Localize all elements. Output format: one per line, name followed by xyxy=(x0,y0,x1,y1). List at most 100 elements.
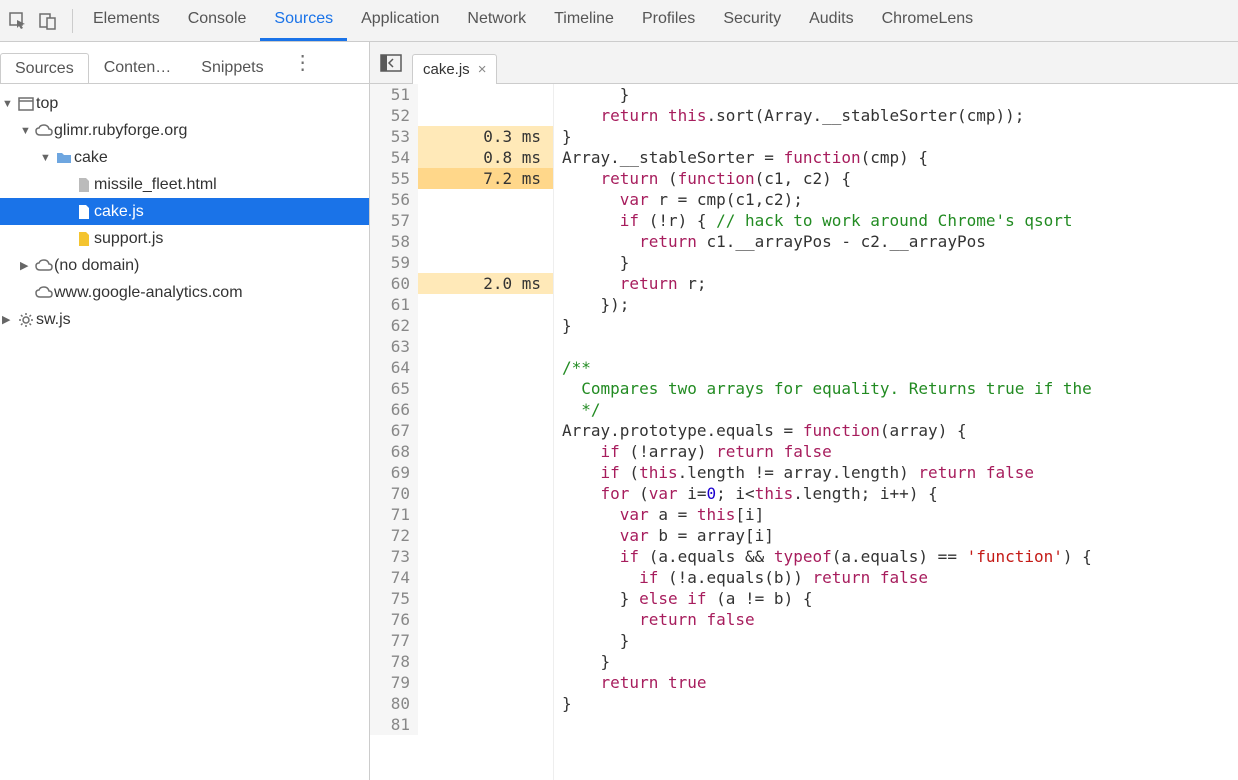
code-line[interactable]: return c1.__arrayPos - c2.__arrayPos xyxy=(562,231,1238,252)
code-line[interactable]: } xyxy=(562,693,1238,714)
code-line[interactable]: var b = array[i] xyxy=(562,525,1238,546)
tree-item[interactable]: ▼ cake xyxy=(0,144,369,171)
top-tab-audits[interactable]: Audits xyxy=(795,0,867,41)
line-timing xyxy=(418,357,553,378)
line-number[interactable]: 79 xyxy=(370,672,418,693)
code-line[interactable]: } xyxy=(562,630,1238,651)
expand-arrow-icon[interactable]: ▼ xyxy=(2,98,14,110)
tree-item[interactable]: missile_fleet.html xyxy=(0,171,369,198)
line-timing xyxy=(418,630,553,651)
line-number[interactable]: 55 xyxy=(370,168,418,189)
code-line[interactable]: } xyxy=(562,84,1238,105)
toggle-navigator-icon[interactable] xyxy=(370,42,412,83)
close-icon[interactable]: × xyxy=(478,61,487,78)
line-timing xyxy=(418,252,553,273)
code-line[interactable]: /** xyxy=(562,357,1238,378)
line-number[interactable]: 63 xyxy=(370,336,418,357)
code-line[interactable]: */ xyxy=(562,399,1238,420)
top-tab-profiles[interactable]: Profiles xyxy=(628,0,709,41)
code-line[interactable]: } xyxy=(562,315,1238,336)
line-number[interactable]: 57 xyxy=(370,210,418,231)
code-line[interactable]: } xyxy=(562,651,1238,672)
nav-tab-conten[interactable]: Conten… xyxy=(89,52,187,82)
code-line[interactable]: } else if (a != b) { xyxy=(562,588,1238,609)
tree-item[interactable]: ▶ (no domain) xyxy=(0,252,369,279)
line-number[interactable]: 74 xyxy=(370,567,418,588)
code-area[interactable]: } return this.sort(Array.__stableSorter(… xyxy=(554,84,1238,780)
line-number[interactable]: 77 xyxy=(370,630,418,651)
code-line[interactable]: var r = cmp(c1,c2); xyxy=(562,189,1238,210)
top-tab-sources[interactable]: Sources xyxy=(260,0,347,41)
tree-item[interactable]: ▶ sw.js xyxy=(0,306,369,333)
expand-arrow-icon[interactable]: ▼ xyxy=(40,152,52,164)
line-number[interactable]: 67 xyxy=(370,420,418,441)
top-tab-network[interactable]: Network xyxy=(453,0,540,41)
line-number[interactable]: 80 xyxy=(370,693,418,714)
inspect-icon[interactable] xyxy=(8,11,28,31)
code-line[interactable]: if (this.length != array.length) return … xyxy=(562,462,1238,483)
line-number[interactable]: 70 xyxy=(370,483,418,504)
tree-item[interactable]: support.js xyxy=(0,225,369,252)
line-number[interactable]: 72 xyxy=(370,525,418,546)
code-line[interactable]: } xyxy=(562,126,1238,147)
code-line[interactable] xyxy=(562,336,1238,357)
code-line[interactable]: for (var i=0; i<this.length; i++) { xyxy=(562,483,1238,504)
code-line[interactable]: if (a.equals && typeof(a.equals) == 'fun… xyxy=(562,546,1238,567)
line-number[interactable]: 59 xyxy=(370,252,418,273)
line-number[interactable]: 81 xyxy=(370,714,418,735)
line-number[interactable]: 66 xyxy=(370,399,418,420)
tree-item[interactable]: www.google-analytics.com xyxy=(0,279,369,306)
code-line[interactable]: }); xyxy=(562,294,1238,315)
tree-item[interactable]: cake.js xyxy=(0,198,369,225)
expand-arrow-icon[interactable]: ▶ xyxy=(2,313,14,326)
nav-tab-sources[interactable]: Sources xyxy=(0,53,89,83)
code-line[interactable]: return false xyxy=(562,609,1238,630)
file-tab-cakejs[interactable]: cake.js × xyxy=(412,54,497,84)
tree-item[interactable]: ▼ glimr.rubyforge.org xyxy=(0,117,369,144)
line-number[interactable]: 64 xyxy=(370,357,418,378)
code-line[interactable]: return (function(c1, c2) { xyxy=(562,168,1238,189)
line-number[interactable]: 56 xyxy=(370,189,418,210)
line-number[interactable]: 76 xyxy=(370,609,418,630)
code-line[interactable]: return r; xyxy=(562,273,1238,294)
line-number[interactable]: 62 xyxy=(370,315,418,336)
code-line[interactable]: if (!r) { // hack to work around Chrome'… xyxy=(562,210,1238,231)
line-number[interactable]: 65 xyxy=(370,378,418,399)
line-number[interactable]: 60 xyxy=(370,273,418,294)
line-number[interactable]: 73 xyxy=(370,546,418,567)
code-line[interactable]: if (!array) return false xyxy=(562,441,1238,462)
code-line[interactable] xyxy=(562,714,1238,735)
device-icon[interactable] xyxy=(38,11,58,31)
code-line[interactable]: return true xyxy=(562,672,1238,693)
line-number[interactable]: 52 xyxy=(370,105,418,126)
code-line[interactable]: return this.sort(Array.__stableSorter(cm… xyxy=(562,105,1238,126)
line-number[interactable]: 69 xyxy=(370,462,418,483)
code-line[interactable]: if (!a.equals(b)) return false xyxy=(562,567,1238,588)
expand-arrow-icon[interactable]: ▶ xyxy=(20,259,32,272)
nav-tab-snippets[interactable]: Snippets xyxy=(186,52,278,82)
top-tab-elements[interactable]: Elements xyxy=(79,0,174,41)
line-number[interactable]: 53 xyxy=(370,126,418,147)
top-tab-chromelens[interactable]: ChromeLens xyxy=(868,0,988,41)
top-tab-console[interactable]: Console xyxy=(174,0,261,41)
code-editor[interactable]: 5152530.3 ms540.8 ms557.2 ms56575859602.… xyxy=(370,84,1238,780)
line-number[interactable]: 54 xyxy=(370,147,418,168)
line-number[interactable]: 71 xyxy=(370,504,418,525)
tree-item[interactable]: ▼ top xyxy=(0,90,369,117)
more-menu-icon[interactable]: ⋮ xyxy=(285,50,321,75)
top-tab-security[interactable]: Security xyxy=(709,0,795,41)
code-line[interactable]: } xyxy=(562,252,1238,273)
code-line[interactable]: Array.__stableSorter = function(cmp) { xyxy=(562,147,1238,168)
code-line[interactable]: Array.prototype.equals = function(array)… xyxy=(562,420,1238,441)
line-number[interactable]: 61 xyxy=(370,294,418,315)
top-tab-application[interactable]: Application xyxy=(347,0,453,41)
code-line[interactable]: var a = this[i] xyxy=(562,504,1238,525)
line-number[interactable]: 75 xyxy=(370,588,418,609)
code-line[interactable]: Compares two arrays for equality. Return… xyxy=(562,378,1238,399)
line-number[interactable]: 58 xyxy=(370,231,418,252)
top-tab-timeline[interactable]: Timeline xyxy=(540,0,628,41)
expand-arrow-icon[interactable]: ▼ xyxy=(20,125,32,137)
line-number[interactable]: 68 xyxy=(370,441,418,462)
line-number[interactable]: 51 xyxy=(370,84,418,105)
line-number[interactable]: 78 xyxy=(370,651,418,672)
